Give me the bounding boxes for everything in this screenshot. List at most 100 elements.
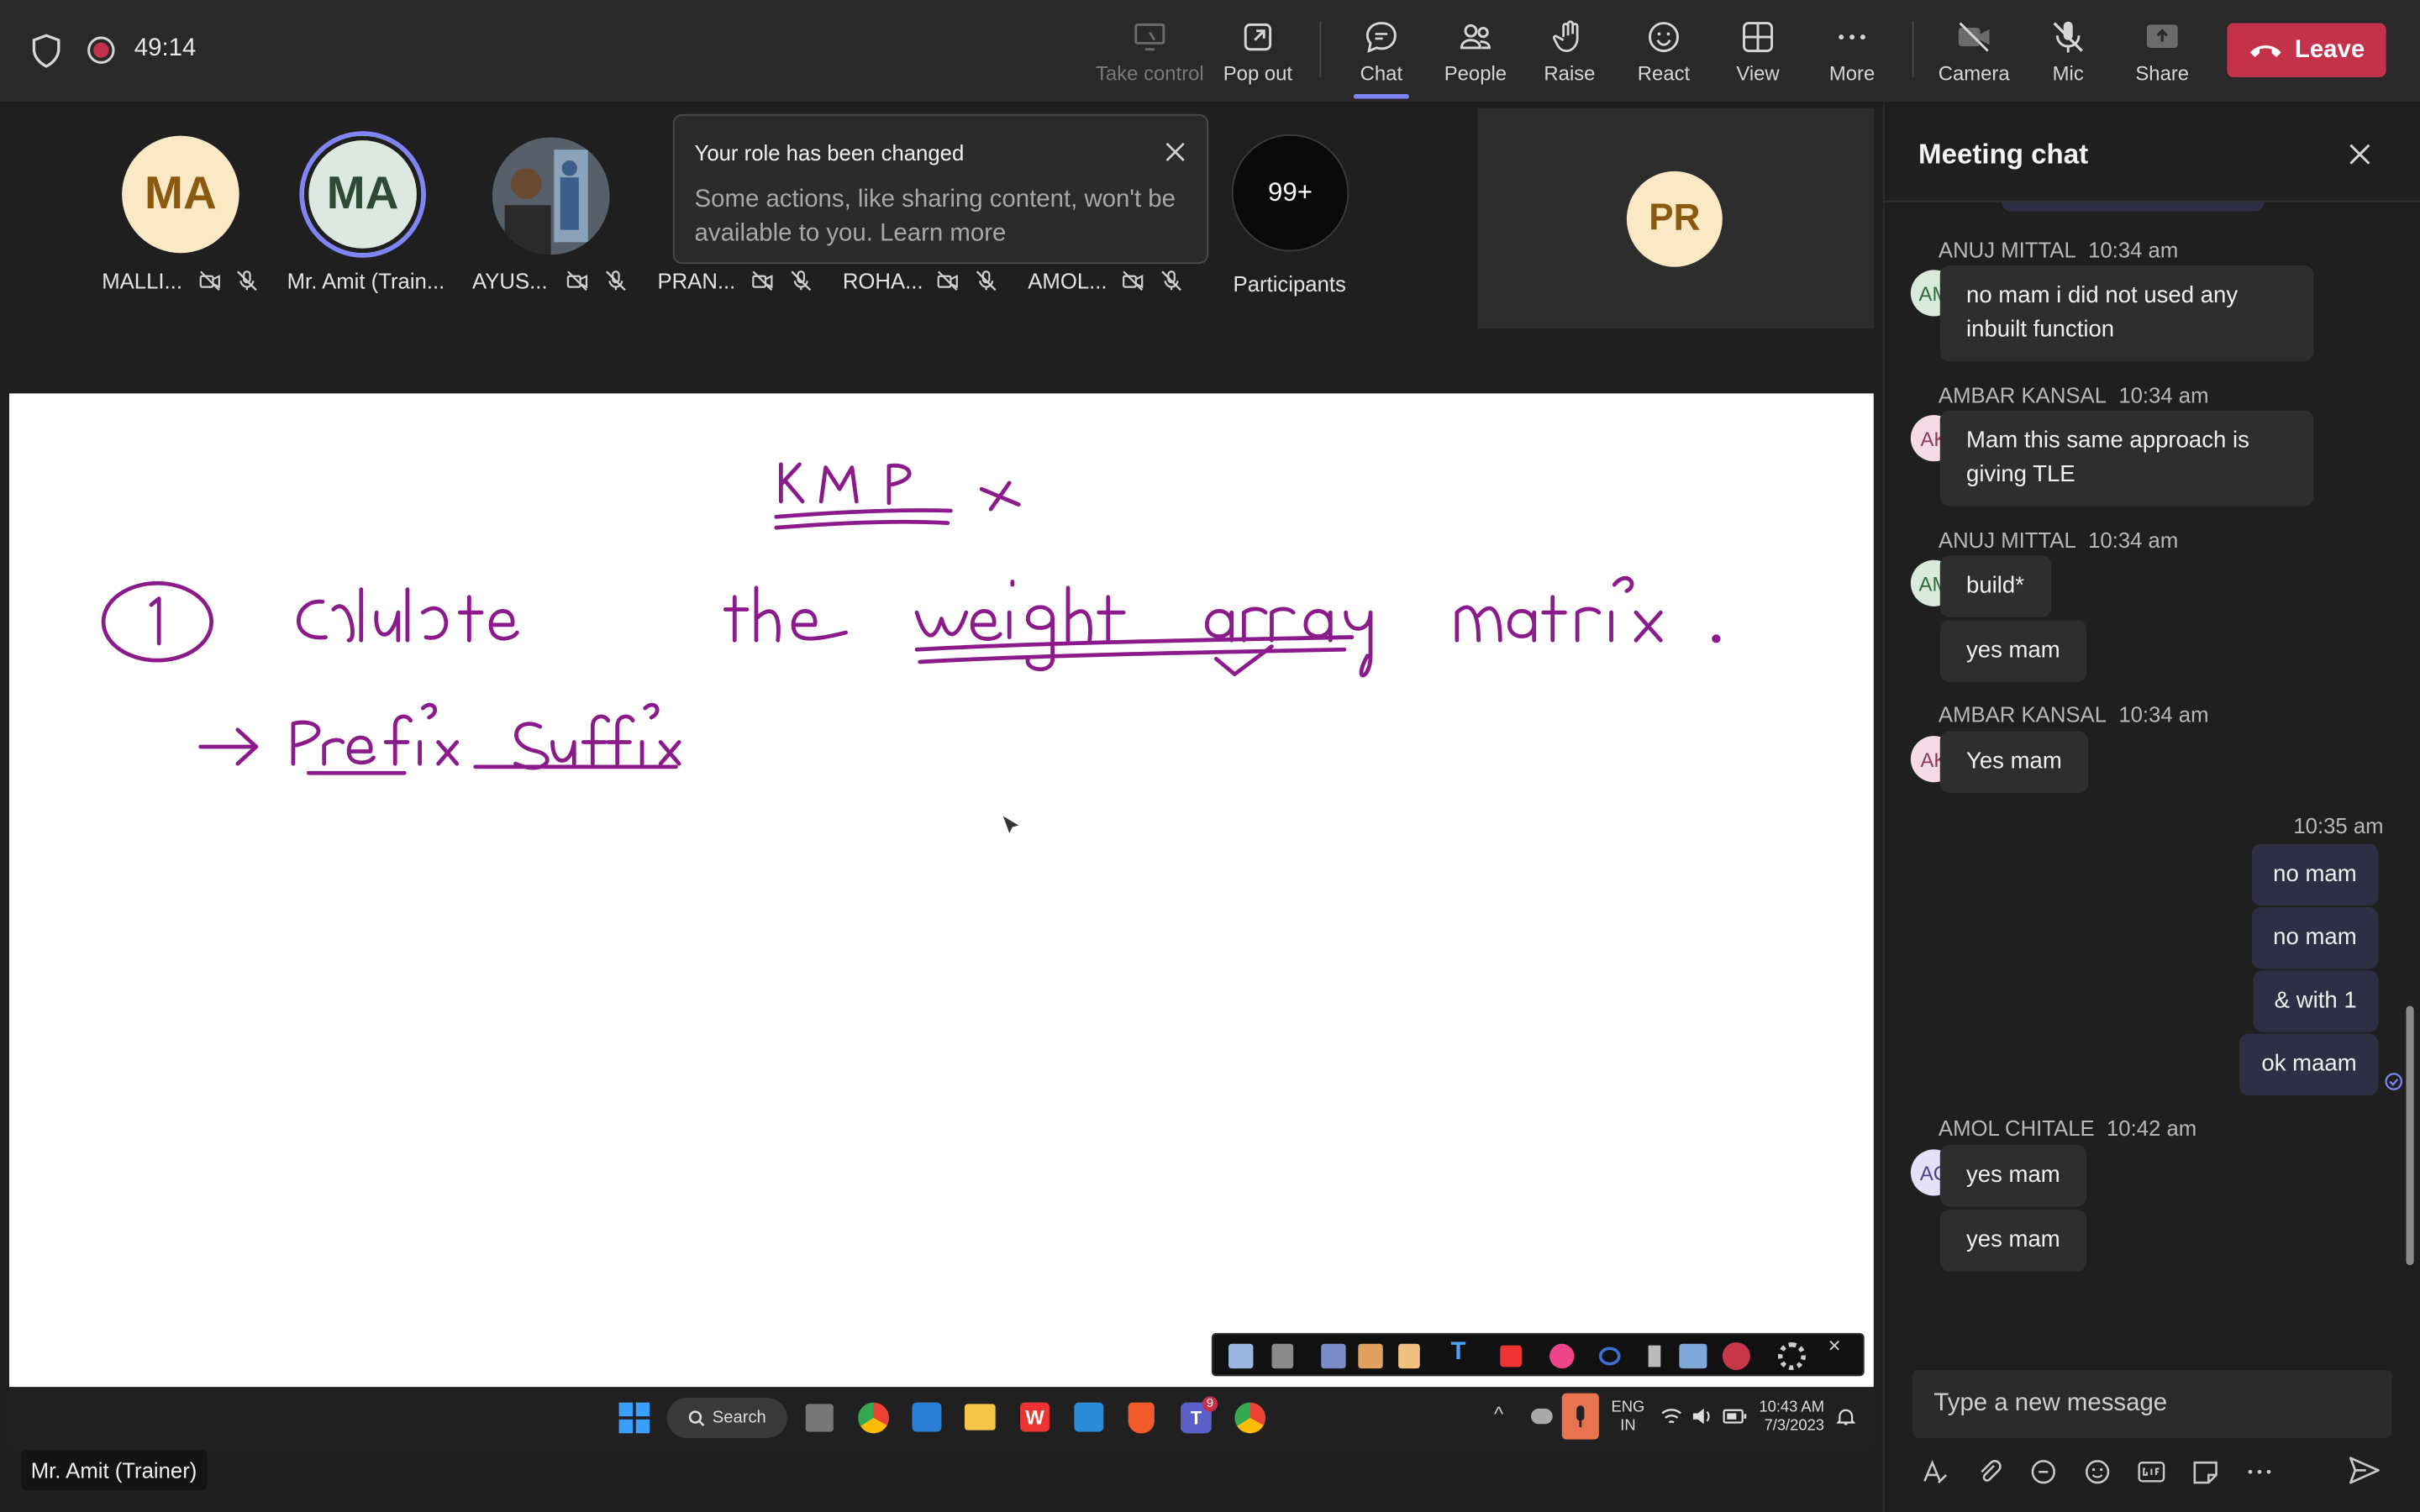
pop-out-button[interactable]: Pop out [1212,15,1304,92]
chat-button[interactable]: Chat [1335,15,1428,99]
raise-hand-button[interactable]: Raise [1523,15,1616,92]
loop-component-icon[interactable] [2029,1458,2057,1486]
self-video-tile[interactable]: PR [1476,108,1874,329]
view-button[interactable]: View [1712,15,1804,92]
people-button[interactable]: People [1429,15,1522,92]
send-icon[interactable] [2348,1453,2381,1487]
hang-up-icon [2249,45,2281,57]
speaking-participant-avatar[interactable]: MA [299,131,426,258]
sticker-icon[interactable] [2191,1458,2219,1486]
windows-start-icon[interactable] [618,1402,650,1434]
highlighter-tool-icon[interactable] [1321,1343,1346,1369]
cut-off-message-bubble [2002,202,2265,212]
take-control-button[interactable]: Take control [1092,15,1207,92]
self-avatar: PR [1626,171,1723,267]
message-author-line: AMBAR KANSAL 10:34 am [1938,701,2209,727]
toolbar-divider [1912,21,1914,77]
mic-off-icon [2053,21,2083,53]
message-author-line: AMBAR KANSAL 10:34 am [1938,382,2209,407]
close-icon[interactable] [1164,140,1187,164]
brave-browser-icon[interactable] [1128,1402,1155,1434]
chrome-profile-icon[interactable] [1234,1402,1266,1434]
chat-message-bubble: yes mam [1939,1144,2086,1207]
battery-icon[interactable] [1723,1409,1747,1424]
input-language[interactable]: ENG IN [1612,1399,1645,1436]
mic-off-icon [1161,270,1181,291]
chat-message-bubble: Mam this same approach is giving TLE [1939,410,2314,507]
text-tool-icon[interactable]: T [1451,1339,1466,1367]
file-explorer-icon[interactable] [964,1404,996,1431]
gear-icon[interactable] [1777,1341,1806,1371]
pen-tool-icon[interactable] [1228,1343,1254,1369]
attach-file-icon[interactable] [1975,1458,2003,1486]
record-icon[interactable] [1722,1341,1750,1371]
pop-out-icon [1244,23,1272,51]
mic-button[interactable]: Mic [2022,15,2114,92]
vscode-icon[interactable] [1074,1402,1104,1432]
gif-icon[interactable] [2138,1458,2165,1486]
message-author-line: AMOL CHITALE 10:42 am [1938,1115,2197,1141]
chat-message-bubble: yes mam [1939,1209,2086,1272]
raise-hand-icon [1552,20,1579,52]
screen-capture-icon[interactable] [1679,1343,1707,1369]
task-view-icon[interactable] [805,1404,834,1432]
onedrive-icon[interactable] [1531,1408,1553,1425]
close-icon[interactable] [2348,142,2372,166]
participant-avatar[interactable]: MA [122,135,239,254]
chat-message-bubble: Yes mam [1939,731,2089,794]
participant-name: ROHA... [842,268,923,293]
store-icon[interactable] [912,1402,942,1432]
chrome-icon[interactable] [858,1402,889,1434]
camera-button[interactable]: Camera [1928,15,2020,92]
view-grid-icon [1743,22,1774,53]
participants-count-button[interactable]: 99+ [1231,134,1349,252]
read-receipt-icon [2385,1073,2403,1090]
react-button[interactable]: React [1618,15,1710,92]
my-message-bubble: ok maam [2239,1033,2379,1096]
participant-photo-avatar[interactable] [492,137,610,255]
react-icon [1648,22,1679,53]
my-message-bubble: no mam [2251,843,2379,906]
pen-cursor-icon [1002,816,1019,833]
emoji-icon[interactable] [2084,1458,2112,1486]
message-author-line: ANUJ MITTAL 10:34 am [1938,237,2179,263]
volume-icon[interactable] [1691,1407,1713,1425]
notification-bell-icon[interactable] [1836,1407,1855,1427]
chevron-up-icon[interactable]: ^ [1494,1403,1503,1426]
share-button[interactable]: Share [2116,15,2208,92]
save-tool-icon[interactable] [1271,1343,1294,1369]
shared-whiteboard: T ✕ [9,393,1874,1388]
share-screen-icon [2146,24,2178,48]
eraser-tool-icon[interactable] [1398,1343,1420,1369]
chat-icon [1365,22,1397,53]
chat-scrollbar-thumb[interactable] [2406,1005,2414,1266]
marker-tool-icon[interactable] [1358,1343,1383,1369]
camera-off-icon [752,270,773,291]
camera-off-icon [566,270,588,291]
presenter-name-label: Mr. Amit (Trainer) [21,1450,207,1491]
shield-icon [31,34,62,76]
mic-off-icon [976,270,997,291]
compose-actions [1922,1453,2274,1490]
more-button[interactable]: More [1806,15,1898,92]
chat-message-bubble: no mam i did not used any inbuilt functi… [1939,265,2314,361]
system-clock[interactable]: 10:43 AM 7/3/2023 [1754,1399,1824,1436]
camera-off-icon [1958,22,1990,52]
taskbar-search[interactable]: Search [666,1398,787,1438]
undo-icon[interactable] [1598,1347,1621,1366]
wps-office-icon[interactable]: W [1020,1402,1050,1432]
more-dots-icon [1839,34,1865,40]
participant-photo [492,137,610,255]
shape-tool-icon[interactable] [1549,1343,1575,1369]
compose-message-input[interactable]: Type a new message [1912,1370,2392,1438]
color-picker-icon[interactable] [1500,1345,1523,1368]
role-changed-notification: Your role has been changed Some actions,… [672,113,1209,265]
mic-off-icon [605,270,626,291]
wifi-icon[interactable] [1660,1407,1682,1425]
close-icon[interactable]: ✕ [1828,1336,1842,1356]
cursor-tool-icon[interactable] [1648,1345,1661,1368]
leave-button[interactable]: Leave [2227,23,2386,77]
mic-in-use-icon[interactable] [1561,1393,1599,1440]
format-text-icon[interactable] [1922,1458,1949,1486]
more-options-icon[interactable] [2245,1458,2273,1486]
